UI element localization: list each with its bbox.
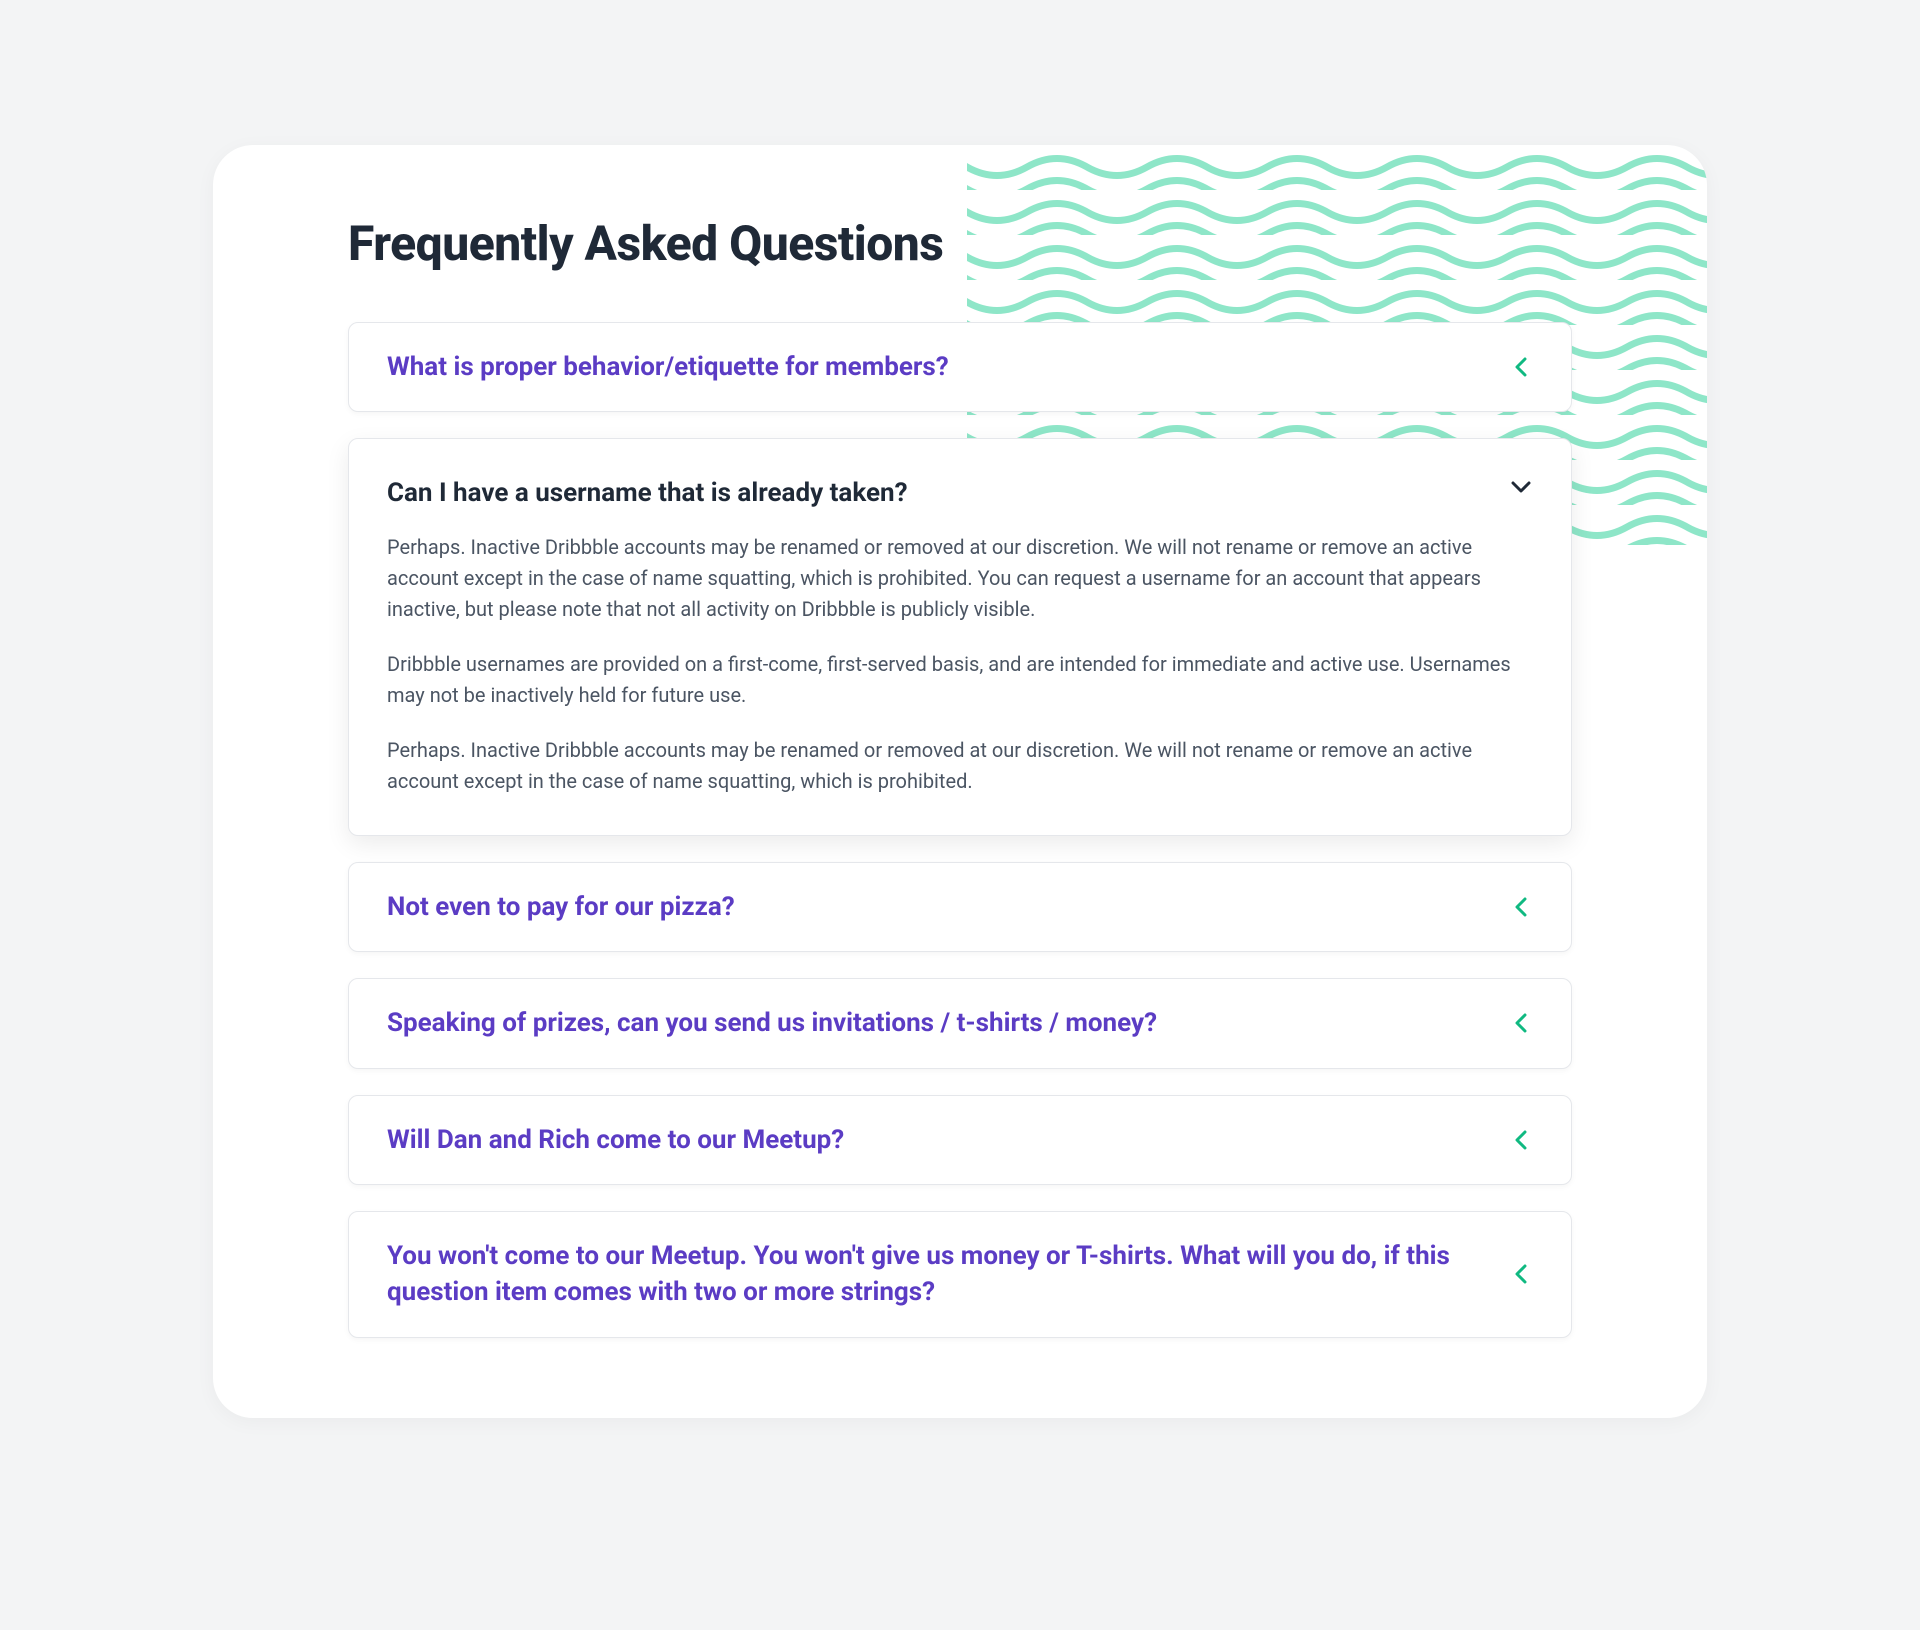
- faq-question: What is proper behavior/etiquette for me…: [387, 349, 969, 385]
- faq-toggle[interactable]: Will Dan and Rich come to our Meetup?: [349, 1096, 1571, 1184]
- chevron-left-icon: [1509, 895, 1533, 919]
- chevron-down-icon: [1509, 475, 1533, 499]
- faq-item: Will Dan and Rich come to our Meetup?: [348, 1095, 1572, 1185]
- faq-toggle[interactable]: Can I have a username that is already ta…: [349, 439, 1571, 531]
- faq-item: Can I have a username that is already ta…: [348, 438, 1572, 835]
- faq-answer-paragraph: Perhaps. Inactive Dribbble accounts may …: [387, 532, 1533, 625]
- faq-item: Not even to pay for our pizza?: [348, 862, 1572, 952]
- faq-list: What is proper behavior/etiquette for me…: [348, 322, 1572, 1338]
- chevron-left-icon: [1509, 1128, 1533, 1152]
- content-area: Frequently Asked Questions What is prope…: [213, 145, 1707, 1418]
- faq-answer: Perhaps. Inactive Dribbble accounts may …: [349, 532, 1571, 835]
- faq-toggle[interactable]: You won't come to our Meetup. You won't …: [349, 1212, 1571, 1337]
- faq-toggle[interactable]: Not even to pay for our pizza?: [349, 863, 1571, 951]
- faq-toggle[interactable]: What is proper behavior/etiquette for me…: [349, 323, 1571, 411]
- chevron-left-icon: [1509, 1011, 1533, 1035]
- faq-item: You won't come to our Meetup. You won't …: [348, 1211, 1572, 1338]
- faq-item: What is proper behavior/etiquette for me…: [348, 322, 1572, 412]
- faq-answer-paragraph: Dribbble usernames are provided on a fir…: [387, 649, 1533, 711]
- faq-question: Will Dan and Rich come to our Meetup?: [387, 1122, 864, 1158]
- chevron-left-icon: [1509, 355, 1533, 379]
- faq-item: Speaking of prizes, can you send us invi…: [348, 978, 1572, 1068]
- faq-answer-paragraph: Perhaps. Inactive Dribbble accounts may …: [387, 735, 1533, 797]
- faq-toggle[interactable]: Speaking of prizes, can you send us invi…: [349, 979, 1571, 1067]
- page-title: Frequently Asked Questions: [348, 215, 1572, 272]
- chevron-left-icon: [1509, 1262, 1533, 1286]
- faq-question: You won't come to our Meetup. You won't …: [387, 1238, 1509, 1311]
- faq-question: Not even to pay for our pizza?: [387, 889, 755, 925]
- faq-question: Can I have a username that is already ta…: [387, 475, 928, 511]
- faq-question: Speaking of prizes, can you send us invi…: [387, 1005, 1177, 1041]
- faq-card: Frequently Asked Questions What is prope…: [213, 145, 1707, 1418]
